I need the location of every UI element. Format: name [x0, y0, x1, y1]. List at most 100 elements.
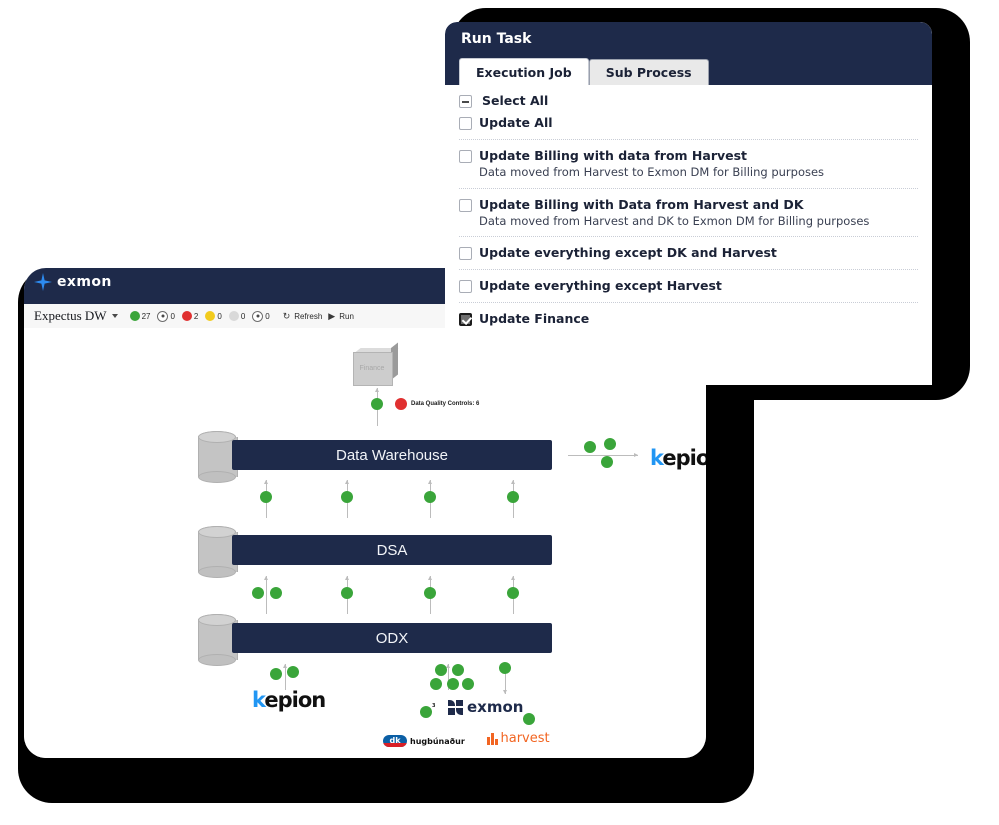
status-dot-green[interactable] — [601, 456, 613, 468]
exmon-mark-icon — [448, 699, 463, 715]
cylinder-top — [198, 431, 236, 443]
exmon-source-logo: exmon — [448, 698, 523, 716]
status-count-error[interactable]: 2 — [181, 311, 198, 321]
layer-data-warehouse[interactable]: Data Warehouse — [232, 440, 552, 470]
disabled-circle-icon — [252, 310, 264, 322]
layer-label: ODX — [375, 629, 409, 647]
task-checkbox[interactable] — [459, 198, 472, 212]
data-quality-controls-label: Data Quality Controls: 6 — [411, 401, 480, 407]
kepion-k-letter: k — [650, 446, 663, 470]
cube-label: Finance — [359, 364, 385, 372]
status-count-idle[interactable]: 0 — [228, 311, 246, 321]
task-row[interactable]: Update everything except Harvest — [459, 270, 918, 304]
database-cylinder-icon — [198, 526, 238, 578]
task-checkbox[interactable] — [459, 117, 472, 130]
status-count-value: 27 — [141, 311, 151, 321]
run-task-dialog: Run Task Execution Job Sub Process Selec… — [445, 22, 932, 385]
task-checkbox[interactable] — [459, 247, 472, 261]
task-checkbox[interactable] — [459, 150, 472, 163]
green-circle-icon — [129, 311, 140, 321]
task-row[interactable]: Update Billing with Data from Harvest an… — [459, 189, 918, 238]
status-dot-green[interactable] — [424, 587, 436, 599]
status-count-warning[interactable]: 0 — [205, 311, 222, 321]
refresh-label: Refresh — [294, 311, 323, 321]
sparkle-icon — [34, 273, 52, 291]
kepion-k-letter: k — [252, 688, 265, 712]
status-dot-green[interactable] — [604, 438, 616, 450]
status-dot-green[interactable] — [523, 713, 535, 725]
status-dot-green[interactable] — [420, 706, 432, 718]
task-label: Update everything except Harvest — [479, 278, 722, 294]
status-dot-green[interactable] — [287, 666, 299, 678]
status-dot-green[interactable] — [341, 491, 353, 503]
flow-connector — [283, 664, 287, 690]
tab-execution-job[interactable]: Execution Job — [459, 58, 589, 85]
cylinder-top — [198, 526, 236, 538]
status-count-disabled[interactable]: 0 — [252, 310, 270, 322]
harvest-bar — [495, 738, 498, 745]
status-dot-green[interactable] — [452, 664, 464, 676]
harvest-bar — [487, 736, 490, 745]
status-dot-green[interactable] — [424, 491, 436, 503]
status-dot-green[interactable] — [270, 587, 282, 599]
task-description: Data moved from Harvest to Exmon DM for … — [479, 165, 825, 179]
status-dot-green[interactable] — [507, 491, 519, 503]
run-button[interactable]: ▶ Run — [328, 311, 354, 321]
cylinder-bottom — [198, 471, 236, 483]
status-count-value: 0 — [240, 311, 246, 321]
status-dot-green[interactable] — [462, 678, 474, 690]
cylinder-bottom — [198, 566, 236, 578]
status-count-ok[interactable]: 27 — [129, 311, 151, 321]
task-row[interactable]: Update Finance — [459, 303, 918, 335]
status-dot-green[interactable] — [252, 587, 264, 599]
layer-odx[interactable]: ODX — [232, 623, 552, 653]
status-dot-green[interactable] — [371, 398, 383, 410]
harvest-wordmark: harvest — [500, 731, 550, 746]
dk-hugbunadur-logo: dk hugbúnaður — [383, 735, 465, 747]
task-checkbox[interactable] — [459, 280, 472, 294]
task-description: Data moved from Harvest and DK to Exmon … — [479, 213, 870, 228]
task-label: Update Finance — [479, 311, 590, 327]
exmon-mark-tile — [448, 707, 455, 715]
refresh-icon: ↻ — [282, 310, 291, 321]
status-count-value: 0 — [265, 311, 270, 321]
status-dot-green[interactable] — [430, 678, 442, 690]
gray-circle-icon — [228, 311, 239, 321]
exmon-mark-tile — [456, 699, 463, 707]
status-dot-green[interactable] — [270, 668, 282, 680]
task-row[interactable]: Update Billing with data from Harvest Da… — [459, 140, 918, 189]
layer-label: DSA — [376, 541, 408, 559]
harvest-logo: harvest — [487, 731, 550, 746]
database-cylinder-icon — [198, 431, 238, 483]
status-dot-green[interactable] — [435, 664, 447, 676]
task-label: Update Billing with data from Harvest — [479, 148, 748, 163]
task-row[interactable]: Update everything except DK and Harvest — [459, 237, 918, 271]
status-dot-green[interactable] — [447, 678, 459, 690]
tab-sub-process[interactable]: Sub Process — [588, 59, 709, 85]
task-row[interactable]: Update All — [459, 110, 918, 140]
status-dot-green[interactable] — [341, 587, 353, 599]
layer-dsa[interactable]: DSA — [232, 535, 552, 565]
select-all-checkbox[interactable] — [459, 95, 472, 108]
dot-exponent-label: 3 — [432, 703, 436, 709]
finance-cube-node[interactable]: Finance — [353, 342, 399, 386]
status-dot-green[interactable] — [584, 441, 596, 453]
status-dot-green[interactable] — [499, 662, 511, 674]
database-cylinder-icon — [198, 614, 238, 666]
database-selector[interactable]: Expectus DW — [34, 308, 118, 324]
tab-label: Execution Job — [476, 64, 572, 80]
task-checkbox[interactable] — [459, 313, 472, 327]
status-count-value: 0 — [217, 311, 222, 321]
refresh-button[interactable]: ↻ Refresh — [282, 310, 323, 321]
dialog-titlebar: Run Task — [445, 22, 932, 56]
dk-mark-label: dk — [389, 736, 401, 745]
harvest-bar — [491, 732, 494, 745]
status-count-scheduled[interactable]: 0 — [157, 310, 175, 322]
process-diagram: Finance Data Quality Controls: 6 Data Wa… — [24, 328, 706, 758]
select-all-row[interactable]: Select All — [459, 85, 918, 110]
status-dot-green[interactable] — [260, 491, 272, 503]
exmon-wordmark: exmon — [467, 698, 524, 716]
status-dot-red[interactable] — [395, 398, 407, 410]
status-dot-green[interactable] — [507, 587, 519, 599]
app-logo: exmon — [34, 273, 112, 291]
